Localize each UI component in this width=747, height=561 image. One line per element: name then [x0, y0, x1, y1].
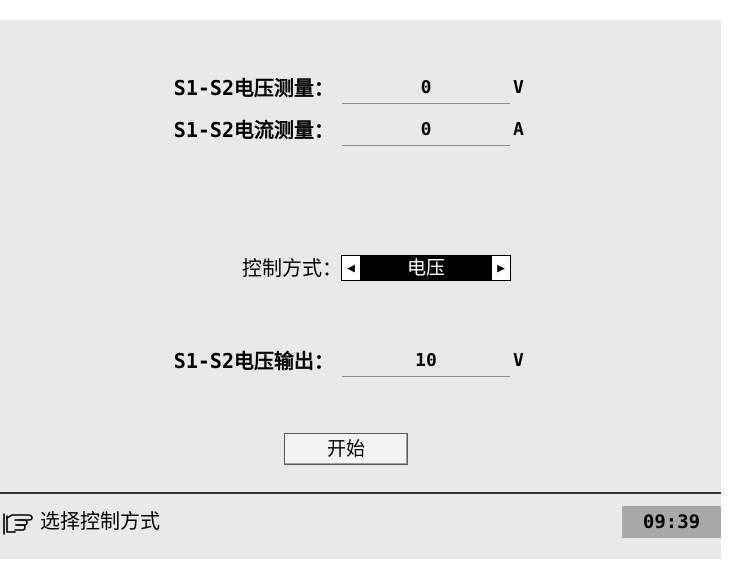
voltage-measurement-label: S1-S2电压测量：	[173, 76, 334, 100]
current-measurement-unit: A	[513, 119, 524, 140]
current-measurement-field: 0	[342, 115, 510, 146]
instrument-screen: S1-S2电压测量： 0 V S1-S2电流测量： 0 A 控制方式： ◀ 电压…	[0, 20, 721, 559]
control-mode-label: 控制方式：	[242, 256, 342, 280]
current-measurement-value: 0	[420, 119, 432, 140]
start-button[interactable]: 开始	[284, 433, 408, 465]
voltage-output-label: S1-S2电压输出：	[173, 349, 334, 373]
status-bar: 选择控制方式 09:39	[0, 494, 721, 559]
current-measurement-row: S1-S2电流测量： 0	[0, 115, 510, 146]
clock-display: 09:39	[622, 506, 721, 538]
voltage-output-value[interactable]: 10	[342, 346, 510, 376]
voltage-measurement-field: 0	[342, 73, 510, 104]
mode-prev-arrow-icon[interactable]: ◀	[341, 255, 361, 281]
voltage-measurement-row: S1-S2电压测量： 0	[0, 73, 510, 104]
status-hint-text: 选择控制方式	[40, 509, 160, 533]
voltage-measurement-value: 0	[420, 77, 432, 98]
control-mode-selector[interactable]: ◀ 电压 ▶	[341, 255, 511, 281]
voltage-output-field[interactable]: 10	[342, 346, 510, 377]
pointing-hand-icon	[3, 513, 33, 535]
voltage-measurement-unit: V	[513, 77, 524, 98]
current-measurement-label: S1-S2电流测量：	[173, 118, 334, 142]
control-mode-value[interactable]: 电压	[361, 255, 491, 281]
control-mode-row: 控制方式：	[0, 253, 342, 283]
mode-next-arrow-icon[interactable]: ▶	[491, 255, 511, 281]
voltage-output-unit: V	[513, 350, 524, 371]
voltage-output-row: S1-S2电压输出： 10	[0, 346, 510, 377]
